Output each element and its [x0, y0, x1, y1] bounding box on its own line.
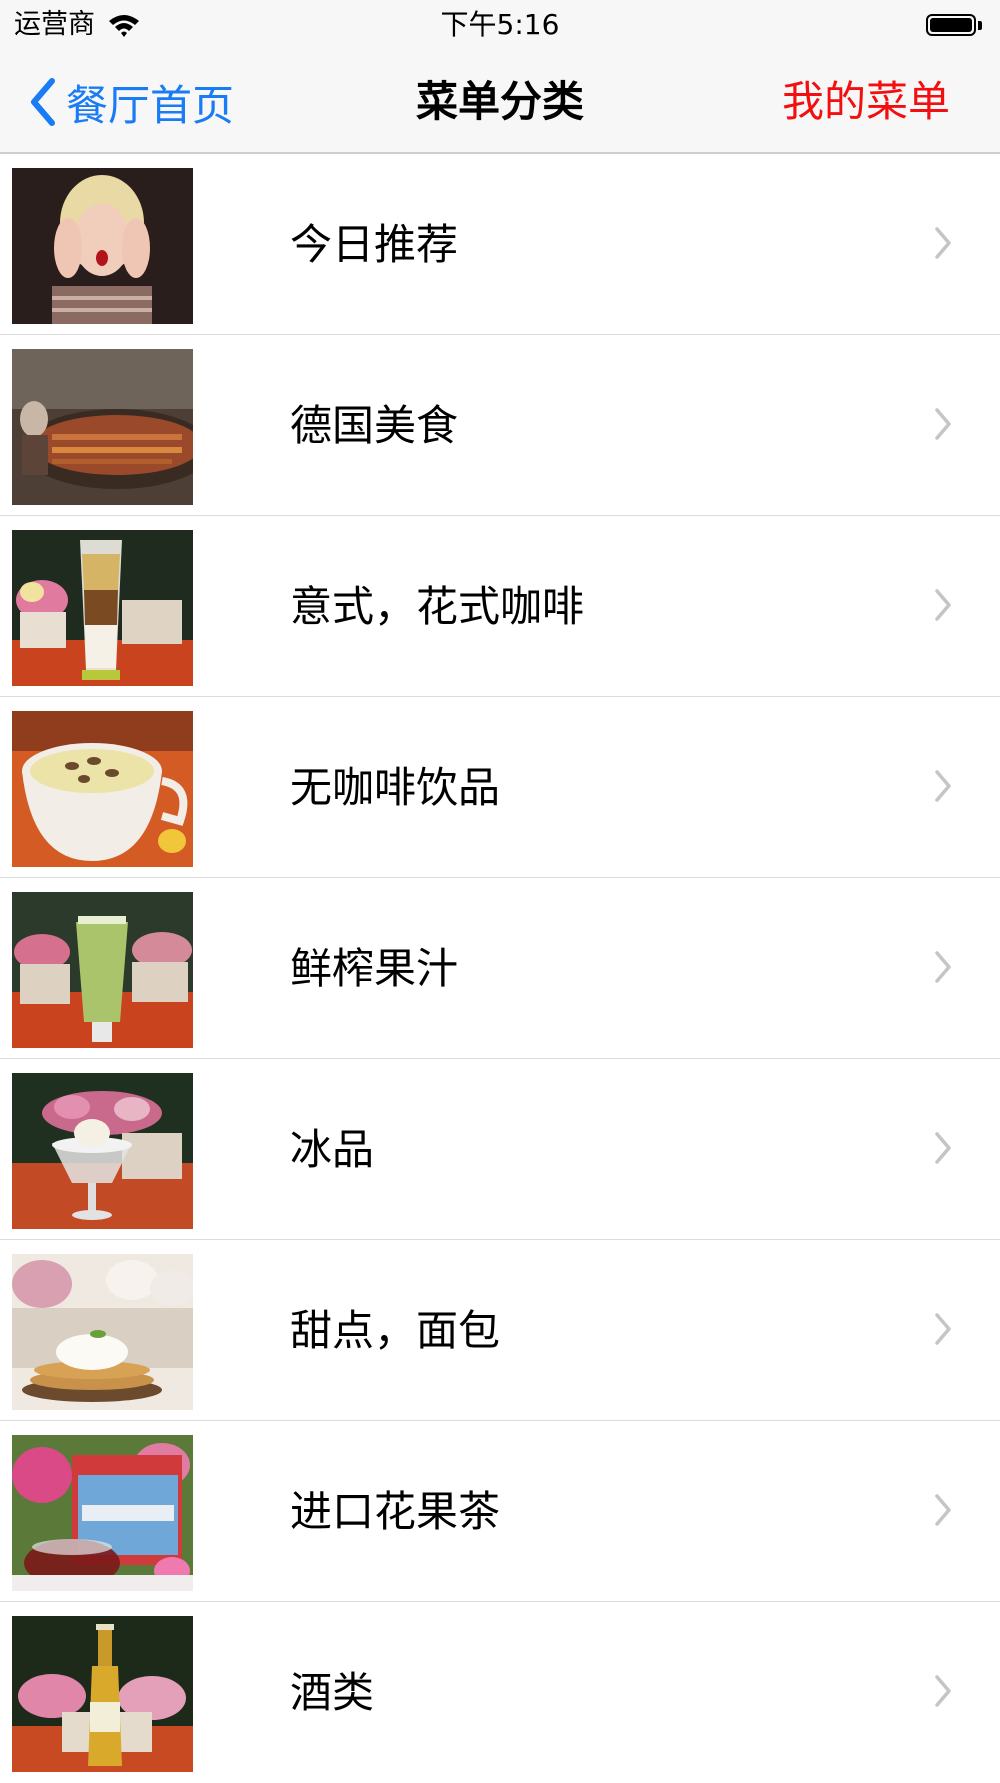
dessert-bread-photo-icon: [12, 1254, 193, 1410]
category-label: 冰品: [290, 1125, 375, 1174]
chevron-right-icon: [935, 1132, 951, 1164]
fruit-tea-photo-icon: [12, 1435, 193, 1591]
non-coffee-drink-photo-icon: [12, 711, 193, 867]
battery-icon: [926, 12, 986, 38]
ice-dessert-photo-icon: [12, 1073, 193, 1229]
list-item[interactable]: 意式，花式咖啡: [0, 516, 1000, 697]
category-label: 甜点，面包: [290, 1306, 501, 1355]
chevron-right-icon: [935, 770, 951, 802]
status-time: 下午5:16: [440, 8, 560, 41]
list-item[interactable]: 无咖啡饮品: [0, 697, 1000, 878]
chevron-right-icon: [935, 951, 951, 983]
german-food-photo-icon: [12, 349, 193, 505]
chevron-right-icon: [935, 1313, 951, 1345]
chevron-right-icon: [935, 408, 951, 440]
juice-photo-icon: [12, 892, 193, 1048]
list-item[interactable]: 德国美食: [0, 335, 1000, 516]
category-label: 今日推荐: [290, 220, 459, 269]
category-label: 无咖啡饮品: [290, 763, 501, 812]
category-list: 今日推荐 德国美食 意式，花式咖啡 无咖啡饮品 鲜榨果汁 冰品 甜点，面包 进口…: [0, 154, 1000, 1783]
list-item[interactable]: 今日推荐: [0, 154, 1000, 335]
list-item[interactable]: 酒类: [0, 1602, 1000, 1783]
category-label: 酒类: [290, 1668, 375, 1717]
chevron-right-icon: [935, 1494, 951, 1526]
chevron-right-icon: [935, 227, 951, 259]
category-label: 鲜榨果汁: [290, 944, 459, 993]
my-menu-button[interactable]: 我的菜单: [782, 74, 950, 130]
recommend-photo-icon: [12, 168, 193, 324]
chevron-right-icon: [935, 589, 951, 621]
coffee-photo-icon: [12, 530, 193, 686]
status-bar: 运营商 下午5:16: [0, 0, 1000, 50]
category-label: 德国美食: [290, 401, 459, 450]
category-label: 意式，花式咖啡: [290, 582, 585, 631]
alcohol-photo-icon: [12, 1616, 193, 1772]
category-label: 进口花果茶: [290, 1487, 501, 1536]
list-item[interactable]: 进口花果茶: [0, 1421, 1000, 1602]
chevron-right-icon: [935, 1675, 951, 1707]
navigation-bar: 餐厅首页 菜单分类 我的菜单: [0, 50, 1000, 154]
list-item[interactable]: 冰品: [0, 1059, 1000, 1240]
list-item[interactable]: 甜点，面包: [0, 1240, 1000, 1421]
list-item[interactable]: 鲜榨果汁: [0, 878, 1000, 1059]
